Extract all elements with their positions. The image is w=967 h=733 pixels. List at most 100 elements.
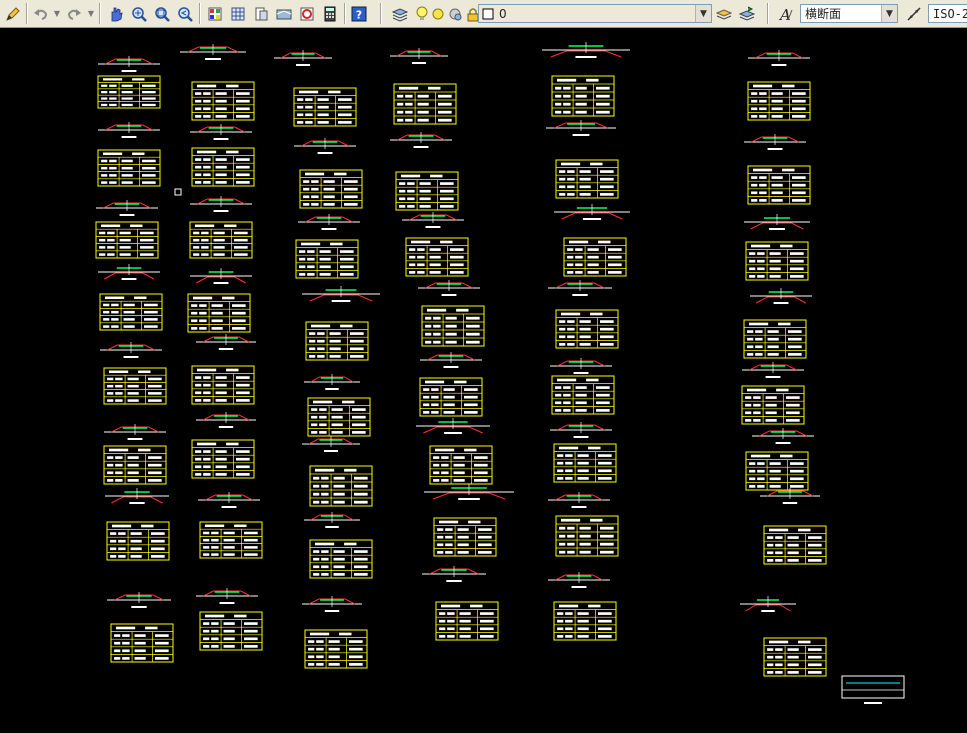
zoom-window-icon[interactable] — [152, 3, 172, 24]
table-glyph — [608, 271, 622, 274]
table-glyph — [577, 477, 589, 480]
table-glyph — [118, 555, 126, 558]
table-glyph — [307, 265, 315, 269]
table-glyph — [344, 187, 358, 191]
dropdown-arrow-icon[interactable]: ▼ — [86, 3, 96, 24]
text-style-icon[interactable]: A — [776, 3, 796, 24]
table-glyph — [115, 456, 123, 459]
table-glyph — [142, 166, 156, 170]
sun-icon[interactable] — [430, 3, 446, 24]
table-glyph — [478, 543, 492, 547]
station-label — [218, 348, 234, 350]
layer-manager-icon[interactable] — [390, 3, 410, 24]
table-glyph — [236, 376, 250, 379]
table-glyph — [745, 411, 752, 415]
dim-style-combo[interactable]: ISO-25 — [928, 4, 967, 23]
lightbulb-icon[interactable] — [414, 3, 430, 24]
calculator-icon[interactable] — [320, 3, 340, 24]
table-glyph — [587, 271, 599, 274]
table-glyph — [317, 98, 329, 101]
station-label — [571, 506, 587, 508]
table-glyph — [441, 471, 449, 475]
table-glyph — [107, 463, 114, 467]
dropdown-arrow-icon[interactable]: ▼ — [52, 3, 62, 24]
freeze-icon[interactable] — [446, 3, 464, 24]
table-glyph — [103, 303, 110, 307]
table-glyph — [317, 105, 329, 109]
table-glyph — [567, 271, 574, 274]
table-glyph — [563, 409, 571, 412]
zoom-realtime-icon[interactable] — [129, 3, 149, 24]
zoom-previous-icon[interactable] — [175, 3, 195, 24]
table-glyph — [447, 635, 455, 638]
table-glyph — [330, 242, 343, 246]
table-glyph — [311, 180, 319, 183]
table-glyph — [201, 238, 209, 242]
table-glyph — [144, 325, 158, 328]
pencil-icon[interactable] — [3, 3, 23, 24]
table-glyph — [223, 637, 235, 641]
table-glyph — [567, 320, 575, 323]
pan-icon[interactable] — [106, 3, 126, 24]
table-glyph — [107, 384, 114, 388]
toolbar-separator — [99, 3, 101, 24]
table-glyph — [579, 240, 589, 244]
table-glyph — [409, 248, 416, 251]
chevron-down-icon[interactable]: ▼ — [881, 5, 897, 22]
station-label — [582, 218, 602, 220]
design-center-icon[interactable] — [228, 3, 248, 24]
table-glyph — [299, 265, 306, 269]
layer-previous-icon[interactable] — [737, 3, 757, 24]
table-glyph — [119, 246, 131, 249]
tool-palettes-icon[interactable] — [251, 3, 271, 24]
table-glyph — [307, 257, 315, 261]
table-glyph — [782, 84, 795, 88]
table-glyph — [590, 162, 603, 166]
help-icon[interactable]: ? — [349, 3, 369, 24]
layer-states-icon[interactable] — [714, 3, 734, 24]
table-glyph — [600, 335, 614, 339]
table-glyph — [557, 612, 564, 615]
table-glyph — [563, 393, 571, 397]
table-glyph — [769, 485, 781, 488]
table-glyph — [437, 551, 444, 554]
table-glyph — [556, 378, 569, 382]
table-glyph — [203, 473, 211, 476]
table-glyph — [138, 448, 151, 452]
text-style-combo[interactable]: 横断面 ▼ — [800, 4, 898, 23]
layer-combo[interactable]: 0 ▼ — [478, 4, 712, 23]
table-glyph — [575, 271, 583, 274]
table-glyph — [349, 663, 363, 666]
table-glyph — [778, 322, 791, 326]
table-glyph — [563, 86, 571, 90]
redo-icon[interactable] — [64, 3, 84, 24]
table-glyph — [107, 456, 114, 459]
undo-icon[interactable] — [31, 3, 51, 24]
table-glyph — [767, 543, 774, 547]
table-glyph — [480, 612, 494, 615]
station-label — [443, 366, 459, 368]
table-glyph — [122, 641, 130, 645]
table-glyph — [771, 199, 783, 202]
standard-toolbar: ▼ ▼ ? 0 ▼ A 横断面 ▼ ISO- — [0, 0, 967, 28]
table-glyph — [328, 663, 340, 666]
table-glyph — [565, 635, 573, 638]
cross-section-drawing — [95, 42, 905, 704]
table-glyph — [410, 240, 423, 244]
table-glyph — [598, 240, 611, 244]
chevron-down-icon[interactable]: ▼ — [695, 5, 711, 22]
dimension-style-icon[interactable] — [904, 3, 924, 24]
table-glyph — [195, 92, 202, 95]
table-glyph — [439, 612, 446, 615]
table-glyph — [755, 337, 763, 341]
table-glyph — [203, 457, 211, 461]
table-glyph — [203, 296, 213, 300]
table-glyph — [328, 647, 340, 651]
properties-icon[interactable] — [205, 3, 225, 24]
table-glyph — [303, 180, 310, 183]
table-glyph — [101, 103, 108, 107]
drawing-canvas[interactable] — [0, 28, 967, 733]
markup-icon[interactable] — [297, 3, 317, 24]
sheet-set-icon[interactable] — [274, 3, 294, 24]
table-glyph — [311, 203, 319, 206]
